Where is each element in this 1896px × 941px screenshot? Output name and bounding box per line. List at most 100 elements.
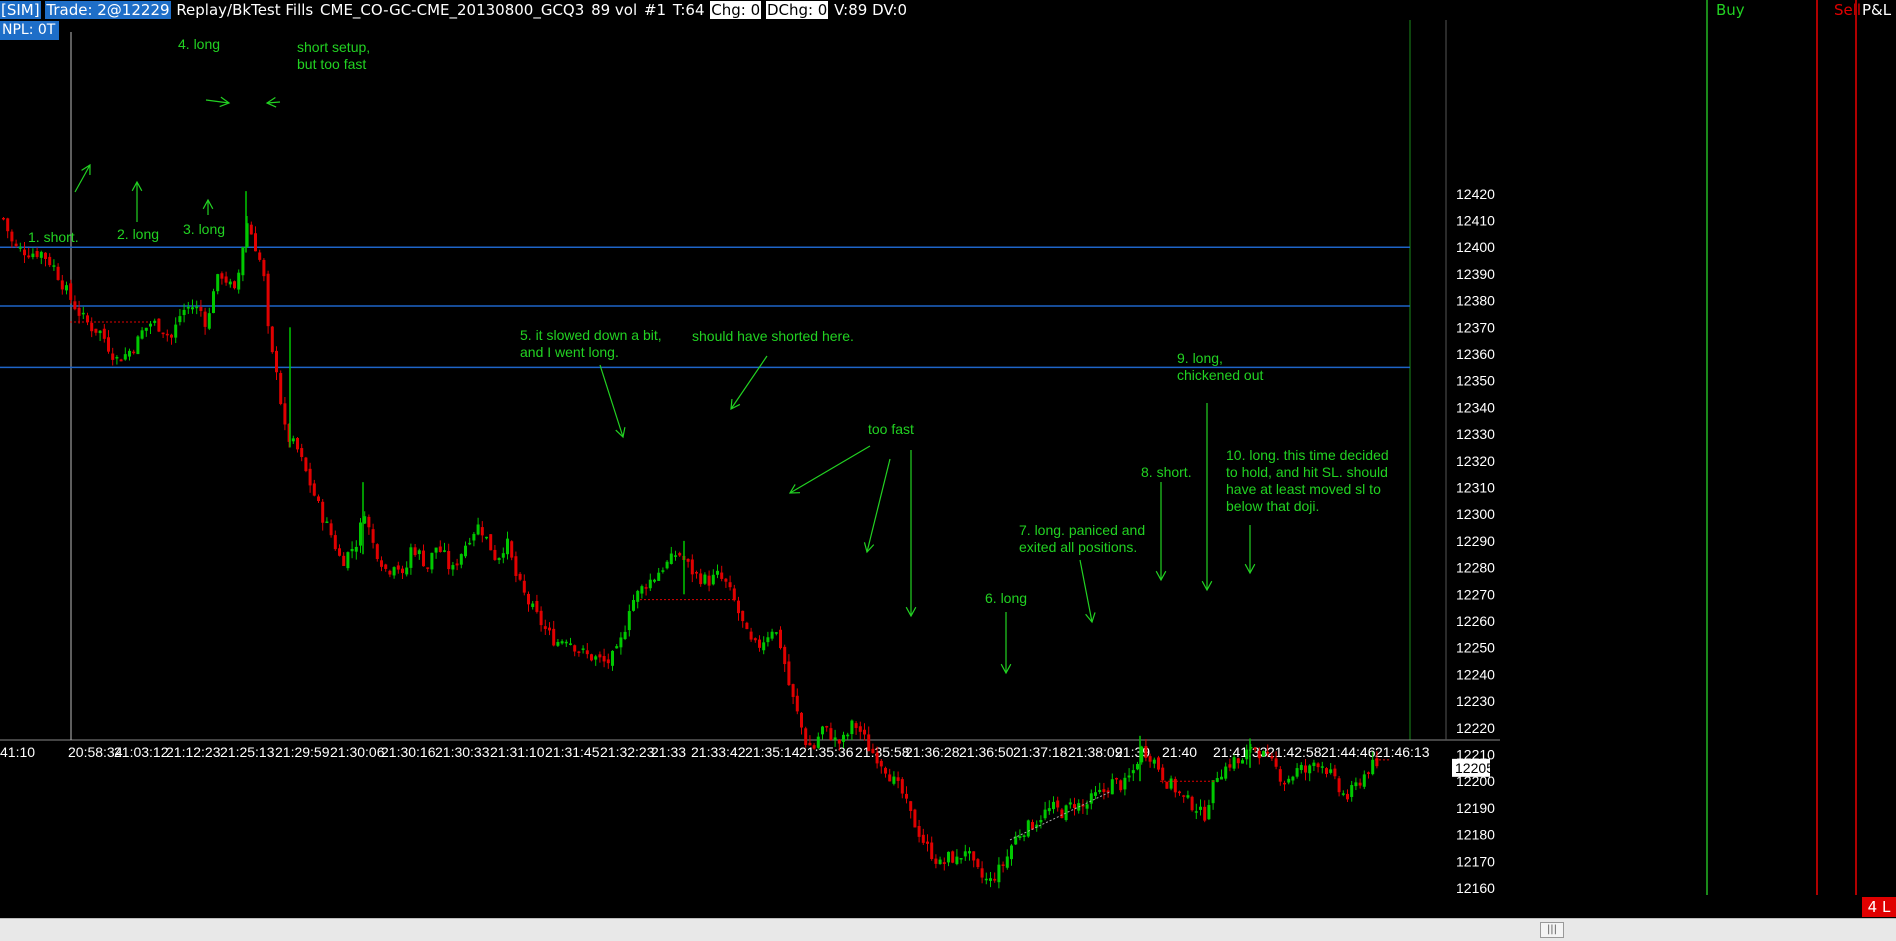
candle-body [115,356,119,359]
annotation-arrow-line [789,445,871,494]
x-tick-label: 21:32:23 [600,744,655,760]
candle-body [892,776,896,784]
candle-body [443,550,446,552]
candle-body [690,559,694,575]
candle-body [590,654,593,661]
annotation-arrow-line [599,364,624,438]
candle-body [1215,778,1219,782]
candle-body [699,573,703,585]
candle-body [73,301,77,310]
candle-body [262,259,266,277]
candle-body [396,565,400,570]
candle-body [527,593,530,605]
sim-tag: [SIM] [0,1,41,19]
candle-body [275,350,278,373]
candle-body [354,546,358,552]
x-tick-label: 21:31:10 [490,744,545,760]
candle-body [2,217,5,220]
candle-body [1094,792,1097,796]
candle-body [325,521,329,524]
candle-body [619,637,623,648]
candle-body [674,555,677,557]
candle-body [1350,785,1354,797]
x-tick-label: 21:30:33 [435,744,490,760]
candle-body [1043,809,1047,819]
candle-body [800,712,803,728]
candle-body [455,563,459,566]
candle-body [329,523,333,536]
candle-body [430,552,434,570]
candle-body [409,547,413,568]
pnl-column-label[interactable]: P&L [1862,0,1891,20]
x-tick-label: 21:36:50 [959,744,1014,760]
annotation-arrow-line [866,458,891,553]
annotation-text: but too fast [297,56,366,72]
candle-body [493,549,497,560]
last-price-label: 12205 [1455,760,1494,776]
horizontal-scrollbar[interactable] [0,918,1896,941]
candle-body [1283,782,1286,785]
candle-body [1346,793,1349,800]
candle-body [854,723,858,728]
candle-body [111,353,115,360]
candle-body [1194,811,1198,813]
candle-body [1371,759,1375,775]
y-tick-label: 12320 [1456,453,1495,469]
candle-body [1047,808,1051,812]
candle-body [1211,780,1215,804]
candle-body [770,631,774,639]
candle-body [753,638,757,641]
candle-body [56,266,60,280]
y-tick-label: 12260 [1456,613,1495,629]
candle-body [346,552,350,569]
candle-body [1257,750,1261,759]
candle-body [808,742,812,746]
candle-body [1299,764,1303,771]
candle-body [917,825,921,837]
annotation-text: and I went long. [520,344,619,360]
buy-column-label[interactable]: Buy [1716,0,1745,20]
x-tick-label: 21:35:58 [855,744,910,760]
annotation-text: exited all positions. [1019,539,1137,555]
candle-body [1186,795,1190,798]
candle-body [1182,795,1186,797]
scrollbar-thumb[interactable]: ||| [1540,922,1564,938]
candle-body [182,309,186,316]
candle-body [531,603,535,607]
candle-body [144,327,148,331]
candle-body [926,841,929,844]
candle-body [611,650,614,666]
candle-body [732,588,736,601]
candle-body [1266,751,1270,754]
x-tick-label: 21:36:28 [905,744,960,760]
candle-body [266,273,270,327]
candle-body [1316,763,1320,768]
candle-body [157,318,161,332]
candle-body [1274,758,1278,767]
candle-body [44,252,47,259]
candle-body [501,553,505,558]
annotation-text: 5. it slowed down a bit, [520,327,662,343]
candle-body [585,650,589,655]
candle-body [375,544,379,560]
y-tick-label: 12230 [1456,693,1495,709]
candle-body [35,251,39,257]
candle-body [422,550,425,567]
candle-body [913,809,917,828]
candle-body [233,281,236,289]
y-tick-label: 12310 [1456,480,1495,496]
candle-body [1341,793,1345,795]
x-tick-label: 21:35:14 [745,744,800,760]
x-tick-label: 21:42:58 [1267,744,1322,760]
candle-body [1241,760,1244,764]
candle-body [77,307,81,316]
candle-body [522,580,526,593]
sell-column-label[interactable]: Sell [1834,0,1861,20]
price-chart[interactable]: 12420 12410 12400 12390 12380 12370 12360 12350… [0,0,1896,940]
candle-body [480,527,484,536]
change-value: Chg: 0 [710,1,762,19]
candle-body [451,565,455,570]
y-tick-label: 12190 [1456,800,1495,816]
candle-body [783,646,787,665]
tick-count: T:64 [672,1,705,19]
